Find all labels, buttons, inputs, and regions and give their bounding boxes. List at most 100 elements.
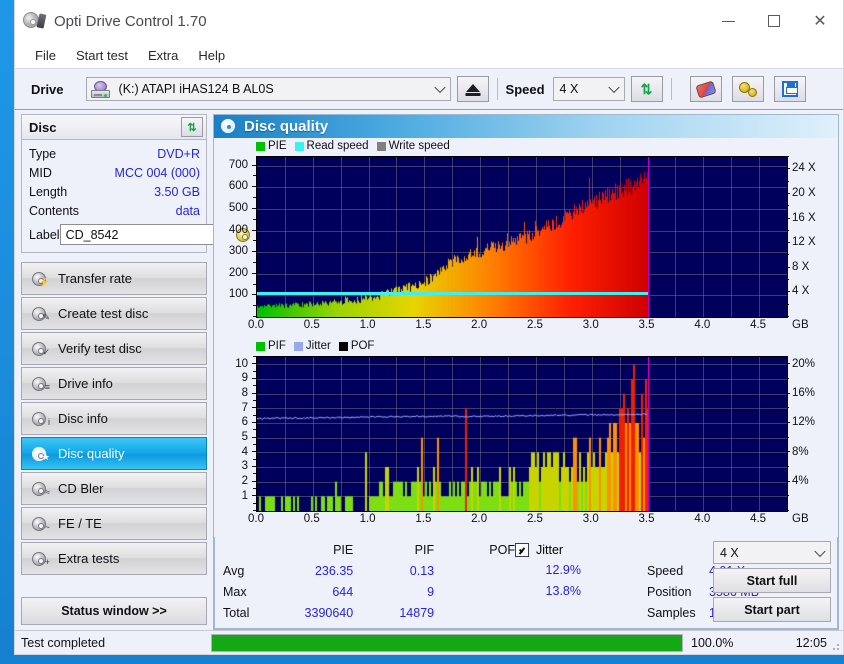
window-controls: ✕ [705, 0, 843, 42]
speed-key: Speed [647, 563, 684, 578]
stats-row-max: Max 644 9 [215, 581, 515, 602]
y2-axis-minor-tick [786, 393, 789, 395]
y-axis-minor-tick [253, 481, 256, 483]
x-axis-tick-label: 0.5 [303, 319, 320, 331]
menu-help[interactable]: Help [188, 46, 235, 65]
sidebar-item-drive-info[interactable]: ≡ Drive info [21, 367, 207, 400]
x-axis-tick-label: 3.0 [582, 319, 599, 331]
close-icon: ✕ [813, 11, 827, 30]
drive-select[interactable]: (K:) ATAPI iHAS124 B AL0S [85, 77, 451, 101]
pie-chart-block: PIE Read speed Write speed 100 200 300 400 5… [214, 138, 838, 340]
legend-entry-read-speed: Read speed [294, 140, 369, 152]
menu-file[interactable]: File [25, 46, 66, 65]
page-title: Disc quality [244, 118, 329, 135]
sidebar-item-create-test-disc[interactable]: ✎ Create test disc [21, 297, 207, 330]
drive-toolbar: Drive (K:) ATAPI iHAS124 B AL0S Speed 4 … [15, 68, 843, 110]
y2-axis-tick-label: 16% [792, 386, 816, 399]
disc-panel-header: Disc ⇅ [21, 114, 207, 140]
status-window-button[interactable]: Status window >> [21, 597, 207, 625]
progress-bar [211, 633, 683, 652]
y-axis-minor-tick [253, 240, 256, 241]
sidebar-item-disc-quality[interactable]: ★ Disc quality [21, 437, 207, 470]
sidebar-item-label: Drive info [58, 376, 113, 391]
test-speed-select[interactable]: 4 X [713, 541, 831, 564]
y-axis-minor-tick [253, 488, 256, 490]
y-axis-tick-label: 8 [241, 386, 248, 399]
drive-label: Drive [31, 81, 64, 97]
menu-extra[interactable]: Extra [138, 46, 188, 65]
pie-chart-legend: PIE Read speed Write speed [256, 140, 454, 152]
menu-start-test[interactable]: Start test [66, 46, 138, 65]
y-axis-minor-tick [253, 415, 256, 417]
pie-plot-area[interactable] [256, 156, 788, 318]
sidebar-item-label: CD Bler [58, 481, 104, 496]
title-bar: Opti Drive Control 1.70 ✕ [15, 0, 843, 42]
minimize-button[interactable] [705, 0, 751, 42]
legend-swatch-jitter [293, 341, 303, 351]
progress-percent-text: 100.0% [691, 635, 734, 650]
y-axis-minor-tick [253, 371, 256, 373]
y-axis-minor-tick [253, 175, 256, 176]
y-axis-minor-tick [253, 219, 256, 220]
y-axis-minor-tick [253, 208, 256, 209]
x-axis-tick-label: 4.0 [694, 319, 711, 331]
y2-axis-minor-tick [786, 181, 789, 182]
eraser-icon [694, 80, 717, 98]
disc-length-value: 3.50 GB [154, 184, 200, 199]
stats-row-label: Avg [223, 563, 245, 578]
progress-bar-fill [212, 634, 682, 651]
extra-tests-icon: + [31, 551, 50, 567]
disc-type-value: DVD+R [157, 146, 200, 161]
start-part-button[interactable]: Start part [713, 597, 831, 622]
y2-axis-tick-label: 8% [792, 445, 809, 458]
sidebar-item-fe-te[interactable]: ~ FE / TE [21, 507, 207, 540]
erase-button[interactable] [689, 76, 722, 102]
sidebar-item-transfer-rate[interactable]: ⚡ Transfer rate [21, 262, 207, 295]
y-axis-minor-tick [253, 393, 256, 395]
refresh-speed-button[interactable]: ⇅ [630, 76, 663, 102]
x-axis-tick-label: 4.5 [750, 319, 767, 331]
y2-axis-minor-tick [786, 267, 789, 268]
eject-button[interactable] [456, 76, 489, 102]
disc-contents-key: Contents [29, 203, 80, 218]
x-axis-unit-label: GB [792, 513, 809, 526]
y-axis-tick-label: 400 [228, 223, 248, 236]
settings-button[interactable] [731, 76, 764, 102]
save-button[interactable] [773, 76, 806, 102]
y2-axis-tick-label: 8 X [792, 260, 810, 273]
y2-axis-tick-label: 16 X [792, 211, 816, 224]
disc-label-input[interactable] [59, 224, 230, 245]
speed-select-value: 4 X [559, 82, 579, 96]
disc-type-key: Type [29, 146, 57, 161]
sidebar-item-extra-tests[interactable]: + Extra tests [21, 542, 207, 575]
app-disc-tool-icon [23, 10, 47, 32]
y2-axis-minor-tick [786, 316, 789, 317]
y-axis-minor-tick [253, 407, 256, 409]
legend-label-pif: PIF [268, 340, 286, 353]
y2-axis-tick-label: 12% [792, 416, 816, 429]
y-axis-tick-label: 5 [241, 430, 248, 443]
pif-chart-block: PIF Jitter POF 1 2 3 4 5 6 7 8 9 10 4% 8% 12% 16% 20% 0… [214, 340, 838, 537]
disc-info-icon: i [31, 411, 50, 427]
resize-grip-icon[interactable] [830, 641, 840, 651]
sidebar-item-verify-test-disc[interactable]: ✓ Verify test disc [21, 332, 207, 365]
jitter-checkbox[interactable] [515, 542, 529, 557]
maximize-button[interactable] [751, 0, 797, 42]
start-full-button[interactable]: Start full [713, 568, 831, 593]
disc-refresh-button[interactable]: ⇅ [181, 117, 203, 137]
y-axis-minor-tick [253, 356, 256, 358]
speed-select[interactable]: 4 X [552, 77, 625, 101]
x-axis-tick-label: 0.5 [303, 513, 320, 526]
y-axis-minor-tick [253, 316, 256, 317]
drive-info-icon: ≡ [31, 376, 50, 392]
y-axis-minor-tick [253, 273, 256, 274]
stats-row-avg: Avg 236.35 0.13 [215, 560, 515, 581]
sidebar-item-cd-bler[interactable]: ≈ CD Bler [21, 472, 207, 505]
legend-swatch-pof [338, 341, 348, 351]
legend-entry-write-speed: Write speed [376, 140, 450, 152]
sidebar-item-disc-info[interactable]: i Disc info [21, 402, 207, 435]
close-button[interactable]: ✕ [797, 0, 843, 42]
pif-plot-area[interactable] [256, 356, 788, 513]
gears-icon [738, 81, 757, 97]
